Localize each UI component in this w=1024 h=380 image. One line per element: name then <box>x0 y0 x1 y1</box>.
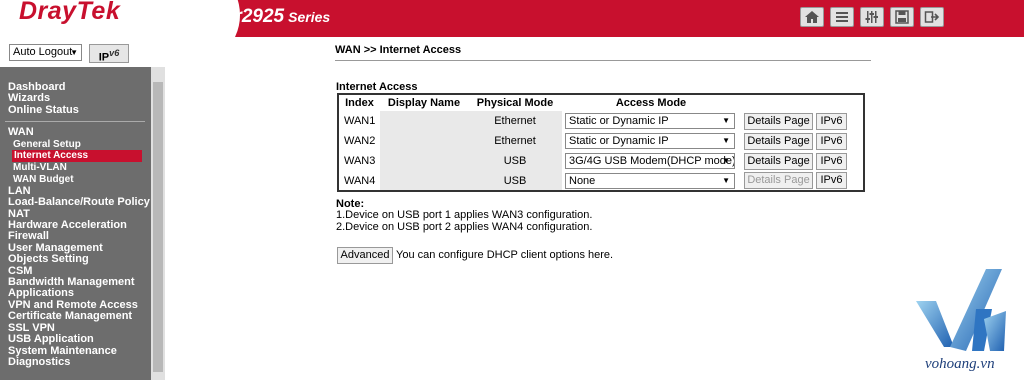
breadcrumb: WAN >> Internet Access <box>335 44 462 56</box>
sidebar-menu: Dashboard Wizards Online Status WAN Gene… <box>0 67 151 380</box>
access-mode-select[interactable]: None ▼ <box>565 172 735 189</box>
row-access-mode-cell: None ▼ <box>562 171 740 191</box>
brand-logo: DrayTek <box>19 0 121 25</box>
row-physical-mode: USB <box>468 151 562 171</box>
save-icon[interactable] <box>890 7 914 27</box>
table-header-row: Index Display Name Physical Mode Access … <box>338 94 864 111</box>
row-display-name <box>380 111 468 131</box>
row-actions: Details Page IPv6 <box>740 111 864 131</box>
access-mode-value: 3G/4G USB Modem(DHCP mode) <box>569 155 735 167</box>
header-toolbar <box>800 7 944 27</box>
table-row: WAN1 Ethernet Static or Dynamic IP ▼ Deta… <box>338 111 864 131</box>
sidebar-item-load-balance[interactable]: Load-Balance/Route Policy <box>0 196 151 208</box>
table-row: WAN4 USB None ▼ Details Page IPv6 <box>338 171 864 191</box>
sidebar-item-usb-application[interactable]: USB Application <box>0 333 151 345</box>
chevron-down-icon: ▼ <box>722 156 730 165</box>
sidebar-item-certificate-management[interactable]: Certificate Management <box>0 310 151 322</box>
details-page-button[interactable]: Details Page <box>744 152 813 170</box>
col-header-physical-mode: Physical Mode <box>476 97 554 109</box>
left-top-bar: Auto Logout ▼ IPv6 <box>0 37 165 67</box>
top-header: DrayTek Vigor2925 Series <box>0 0 1024 37</box>
watermark-text: vohoang.vn <box>925 356 995 372</box>
sidebar-item-objects-setting[interactable]: Objects Setting <box>0 253 151 265</box>
details-page-button[interactable]: Details Page <box>744 132 813 150</box>
access-mode-select[interactable]: Static or Dynamic IP ▼ <box>565 133 735 149</box>
table-row: WAN3 USB 3G/4G USB Modem(DHCP mode) ▼ Det… <box>338 151 864 171</box>
logout-icon[interactable] <box>920 7 944 27</box>
row-actions: Details Page IPv6 <box>740 171 864 191</box>
sidebar-subitem-internet-access[interactable]: Internet Access <box>12 150 142 163</box>
advanced-description: You can configure DHCP client options he… <box>396 249 614 261</box>
row-index: WAN4 <box>344 174 376 187</box>
breadcrumb-divider <box>335 60 871 61</box>
ipv6-button-sup: v6 <box>109 48 120 58</box>
sidebar-subitem-multi-vlan[interactable]: Multi-VLAN <box>0 162 151 174</box>
row-physical-mode: Ethernet <box>468 111 562 131</box>
ipv6-button[interactable]: IPv6 <box>816 172 847 189</box>
access-mode-select[interactable]: 3G/4G USB Modem(DHCP mode) ▼ <box>565 153 735 169</box>
col-header-access-mode: Access Mode <box>615 97 687 109</box>
sidebar-divider <box>5 121 145 123</box>
access-mode-select[interactable]: Static or Dynamic IP ▼ <box>565 113 735 129</box>
details-page-button[interactable]: Details Page <box>744 112 813 130</box>
col-header-display-name: Display Name <box>387 97 461 109</box>
sidebar-item-diagnostics[interactable]: Diagnostics <box>0 356 151 368</box>
auto-logout-value: Auto Logout <box>13 46 73 58</box>
access-mode-value: None <box>569 174 596 187</box>
settings-sliders-icon[interactable] <box>860 7 884 27</box>
row-access-mode-cell: Static or Dynamic IP ▼ <box>562 111 740 131</box>
row-physical-mode: Ethernet <box>468 131 562 151</box>
ipv6-button-label: IP <box>98 51 110 64</box>
ipv6-button[interactable]: IPv6 <box>816 132 847 150</box>
row-index: WAN1 <box>344 115 376 127</box>
ipv6-button[interactable]: IPv6 <box>816 112 847 130</box>
row-display-name <box>380 151 468 171</box>
note-line-2: 2.Device on USB port 2 applies WAN4 conf… <box>336 221 593 233</box>
details-page-button-disabled: Details Page <box>744 172 813 189</box>
ipv6-button[interactable]: IPv6 <box>816 152 847 170</box>
series-label: Series <box>288 9 331 25</box>
auto-logout-select[interactable]: Auto Logout ▼ <box>9 44 82 61</box>
sidebar-item-wan[interactable]: WAN <box>0 126 151 138</box>
col-header-index: Index <box>345 97 374 109</box>
section-title: Internet Access <box>336 81 418 93</box>
main-content: WAN >> Internet Access Internet Access I… <box>165 37 1024 380</box>
model-name: Vigor2925 Series <box>194 6 330 28</box>
row-access-mode-cell: 3G/4G USB Modem(DHCP mode) ▼ <box>562 151 740 171</box>
row-index: WAN2 <box>344 135 376 147</box>
chevron-down-icon: ▼ <box>722 175 730 185</box>
col-header-actions <box>740 94 864 111</box>
chevron-down-icon: ▼ <box>722 136 730 145</box>
row-index: WAN3 <box>344 155 376 167</box>
home-icon[interactable] <box>800 7 824 27</box>
scrollbar-thumb[interactable] <box>153 82 163 372</box>
list-icon[interactable] <box>830 7 854 27</box>
chevron-down-icon: ▼ <box>722 116 730 125</box>
row-display-name <box>380 131 468 151</box>
sidebar-scrollbar[interactable] <box>151 67 165 380</box>
access-mode-value: Static or Dynamic IP <box>569 135 669 147</box>
chevron-down-icon: ▼ <box>70 48 78 57</box>
row-actions: Details Page IPv6 <box>740 131 864 151</box>
note-line-1: 1.Device on USB port 1 applies WAN3 conf… <box>336 209 593 221</box>
row-display-name <box>380 171 468 191</box>
wan-table: Index Display Name Physical Mode Access … <box>337 93 865 192</box>
ipv6-toggle-button[interactable]: IPv6 <box>89 44 129 64</box>
sidebar-item-online-status[interactable]: Online Status <box>0 104 151 116</box>
row-access-mode-cell: Static or Dynamic IP ▼ <box>562 131 740 151</box>
model-label: Vigor2925 <box>194 6 285 27</box>
row-physical-mode: USB <box>468 171 562 191</box>
table-row: WAN2 Ethernet Static or Dynamic IP ▼ Deta… <box>338 131 864 151</box>
advanced-button[interactable]: Advanced <box>337 247 393 264</box>
sidebar-subitem-general-setup[interactable]: General Setup <box>0 139 151 151</box>
access-mode-value: Static or Dynamic IP <box>569 115 669 127</box>
row-actions: Details Page IPv6 <box>740 151 864 171</box>
